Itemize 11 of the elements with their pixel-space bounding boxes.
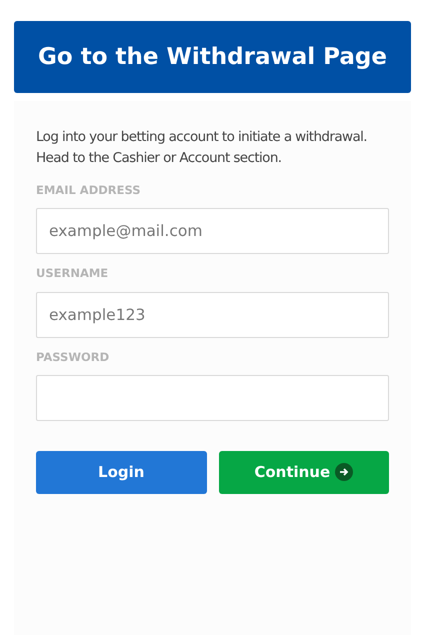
input-field[interactable]	[36, 374, 389, 421]
field-label: PASSWORD	[36, 348, 110, 366]
arrow-right-icon	[335, 463, 354, 482]
login-button[interactable]: Login	[36, 450, 206, 494]
input-field[interactable]: example123	[36, 292, 389, 338]
field-label: USERNAME	[36, 265, 108, 282]
continue-button[interactable]: Continue	[218, 450, 389, 494]
input-field[interactable]: example@mail.com	[36, 208, 389, 254]
intro-text: Log into your betting account to initiate a withdrawal. Head to the Cashier or Account section.	[36, 128, 368, 168]
field-label: EMAIL ADDRESS	[36, 182, 141, 199]
page-title-banner: Go to the Withdrawal Page	[14, 21, 411, 93]
